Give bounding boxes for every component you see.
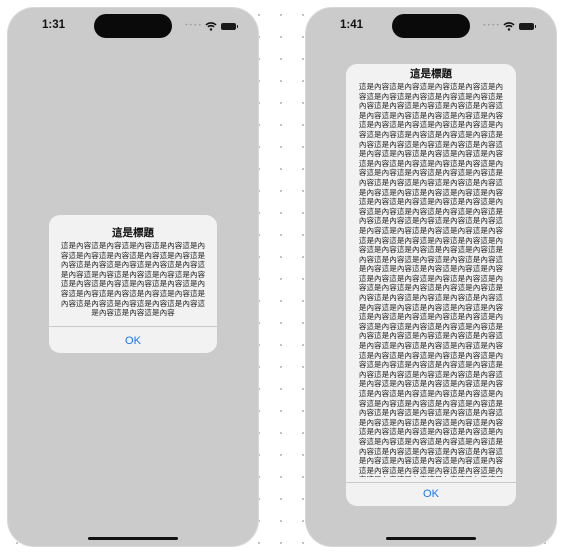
battery-icon (519, 22, 536, 30)
signal-dots-icon: • • • • (184, 22, 202, 29)
alert-title: 這是標題 (112, 227, 154, 239)
status-icons: • • • • (184, 21, 238, 31)
dynamic-island (392, 14, 470, 38)
status-icons: • • • • (482, 21, 536, 31)
home-indicator[interactable] (88, 537, 178, 540)
alert-divider (49, 326, 217, 327)
alert-dialog: 這是標題 這是內容這是內容這是內容這是內容這是內容這是內容這是內容這是內容這是內… (346, 64, 516, 506)
battery-icon (221, 22, 238, 30)
alert-message: 這是內容這是內容這是內容這是內容這是內容這是內容這是內容這是內容這是內容這是內容… (60, 241, 206, 316)
signal-dots-icon: • • • • (482, 22, 500, 29)
status-time: 1:31 (42, 19, 66, 31)
alert-title: 這是標題 (410, 68, 452, 80)
home-indicator[interactable] (386, 537, 476, 540)
alert-divider (346, 482, 516, 483)
ok-button[interactable]: OK (49, 334, 217, 348)
dynamic-island (94, 14, 172, 38)
phone-screen-left: 1:31 • • • • 這是標題 這是內容這是內容這是內容這是內容這是內容這是… (8, 8, 258, 546)
alert-dialog: 這是標題 這是內容這是內容這是內容這是內容這是內容這是內容這是內容這是內容這是內… (49, 215, 217, 353)
alert-message-scrollable[interactable]: 這是內容這是內容這是內容這是內容這是內容這是內容這是內容這是內容這是內容這是內容… (346, 82, 516, 477)
ok-button[interactable]: OK (346, 487, 516, 501)
status-time: 1:41 (340, 19, 364, 31)
wifi-icon (205, 22, 217, 31)
wifi-icon (503, 22, 515, 31)
phone-screen-right: 1:41 • • • • 這是標題 這是內容這是內容這是內容這是內容這是內容這是… (306, 8, 556, 546)
